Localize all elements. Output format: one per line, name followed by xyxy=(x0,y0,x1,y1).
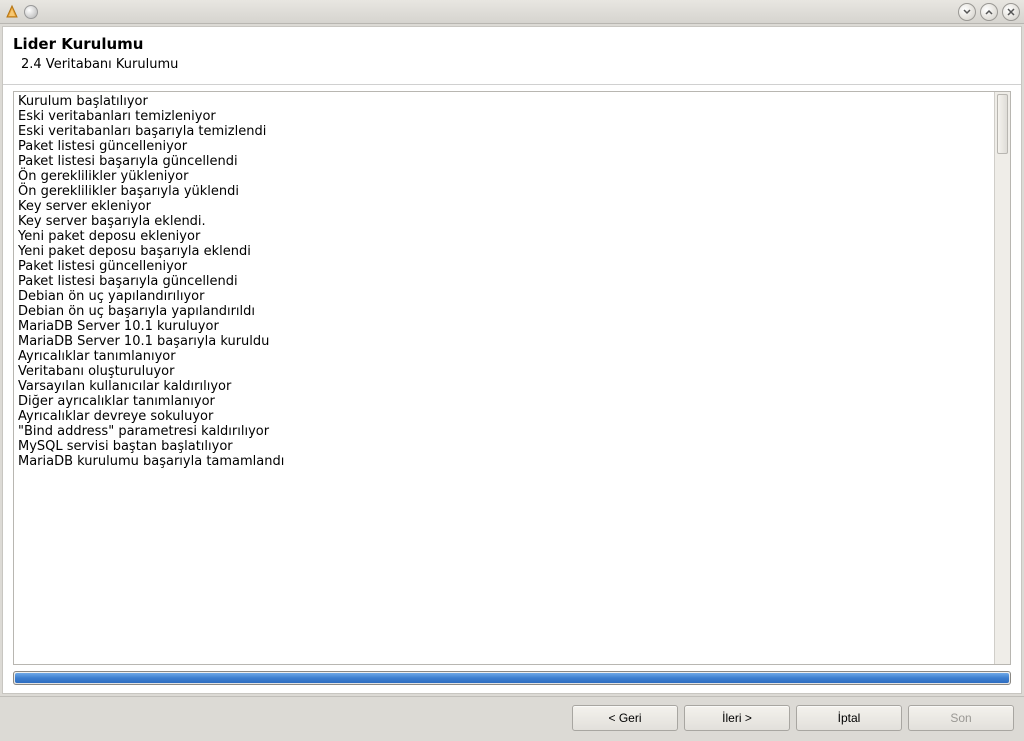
wizard-content: Lider Kurulumu 2.4 Veritabanı Kurulumu K… xyxy=(2,26,1022,694)
wizard-footer: < Geri İleri > İptal Son xyxy=(0,696,1024,741)
cancel-button[interactable]: İptal xyxy=(796,705,902,731)
page-title: Lider Kurulumu xyxy=(13,35,1011,53)
wizard-header: Lider Kurulumu 2.4 Veritabanı Kurulumu xyxy=(3,27,1021,84)
progress-fill xyxy=(15,673,1009,683)
scroll-thumb[interactable] xyxy=(997,94,1008,154)
log-area: Kurulum başlatılıyor Eski veritabanları … xyxy=(13,91,1011,665)
minimize-button[interactable] xyxy=(958,3,976,21)
titlebar xyxy=(0,0,1024,24)
close-button[interactable] xyxy=(1002,3,1020,21)
header-divider xyxy=(3,84,1021,85)
page-subtitle: 2.4 Veritabanı Kurulumu xyxy=(13,57,1011,72)
maximize-button[interactable] xyxy=(980,3,998,21)
back-button[interactable]: < Geri xyxy=(572,705,678,731)
progress-bar xyxy=(13,671,1011,685)
scrollbar[interactable] xyxy=(994,92,1010,664)
log-text: Kurulum başlatılıyor Eski veritabanları … xyxy=(14,92,994,664)
menu-dot-icon[interactable] xyxy=(24,5,38,19)
app-icon xyxy=(4,4,20,20)
finish-button: Son xyxy=(908,705,1014,731)
progress-container xyxy=(13,671,1011,685)
next-button[interactable]: İleri > xyxy=(684,705,790,731)
